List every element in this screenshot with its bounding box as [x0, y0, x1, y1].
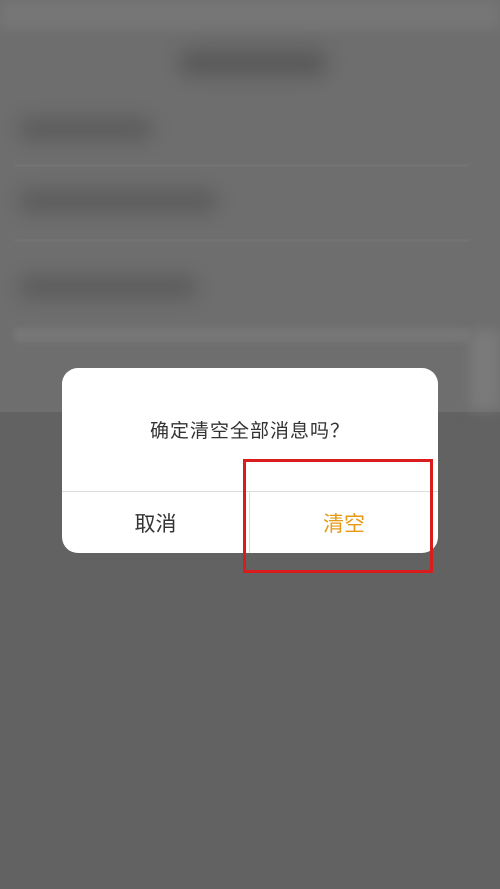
clear-button[interactable]: 清空	[250, 492, 438, 553]
background-section-band	[14, 328, 470, 342]
cancel-button[interactable]: 取消	[62, 492, 249, 553]
background-page-title	[178, 50, 328, 76]
background-status-bar	[0, 0, 500, 30]
background-list-item	[18, 276, 198, 298]
background-list-item	[18, 190, 218, 212]
background-right-edge	[470, 330, 500, 410]
background-divider	[14, 165, 470, 166]
background-list-item	[18, 118, 153, 140]
background-divider	[14, 240, 470, 241]
dialog-message: 确定清空全部消息吗？	[149, 420, 350, 442]
confirm-dialog: 确定清空全部消息吗？ 取消 清空	[62, 368, 438, 553]
